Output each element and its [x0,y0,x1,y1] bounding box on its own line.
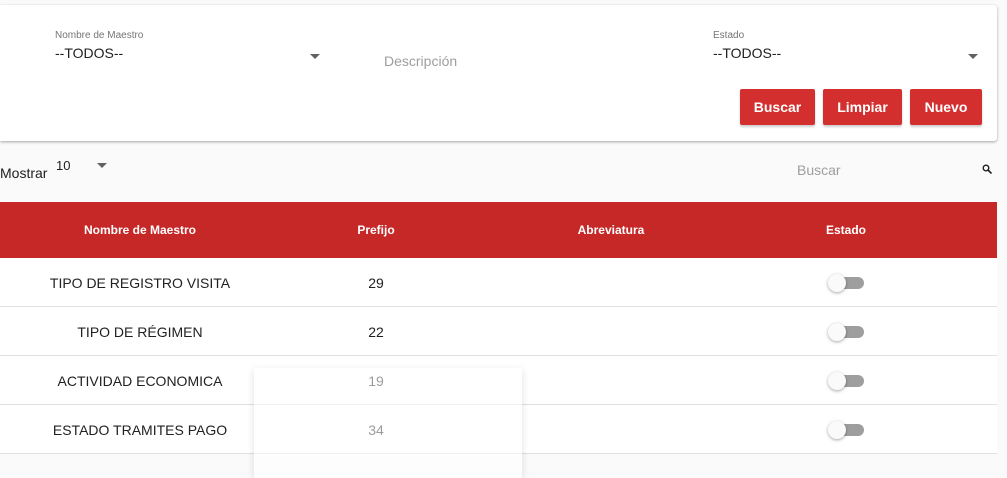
search-input[interactable]: Buscar [797,162,841,178]
caret-down-icon [310,54,320,59]
cell-abreviatura [531,356,691,404]
cell-prefijo: 29 [368,275,384,291]
caret-down-icon [968,54,978,59]
maestro-select-value: --TODOS-- [55,45,124,61]
cell-nombre: TIPO DE REGISTRO VISITA [49,275,231,291]
maestro-select[interactable]: Nombre de Maestro --TODOS-- [55,30,325,70]
maestro-select-label: Nombre de Maestro [55,30,144,41]
overlay-card [254,368,522,478]
descripcion-input[interactable]: Descripción [384,53,457,69]
cell-prefijo: 22 [368,324,384,340]
estado-toggle[interactable] [828,372,864,390]
col-header-nombre[interactable]: Nombre de Maestro [40,202,240,258]
col-header-estado[interactable]: Estado [796,202,896,258]
cell-nombre: ACTIVIDAD ECONOMICA [57,373,223,389]
cell-abreviatura [531,258,691,306]
filter-card: Nombre de Maestro --TODOS-- Descripción … [0,5,997,141]
table-row: TIPO DE RÉGIMEN 22 [0,307,997,356]
estado-toggle[interactable] [828,323,864,341]
cell-nombre: ESTADO TRAMITES PAGO [52,422,228,438]
toggle-thumb [828,372,846,390]
cell-abreviatura [531,307,691,355]
toggle-thumb [828,323,846,341]
col-header-prefijo[interactable]: Prefijo [326,202,426,258]
mostrar-label: Mostrar [0,165,48,181]
estado-select-value: --TODOS-- [713,45,782,61]
col-header-abreviatura[interactable]: Abreviatura [531,202,691,258]
buscar-button[interactable]: Buscar [740,89,815,125]
limpiar-button[interactable]: Limpiar [823,89,902,125]
toggle-thumb [828,421,846,439]
estado-select[interactable]: Estado --TODOS-- [713,30,983,70]
cell-abreviatura [531,405,691,453]
table-header: Nombre de Maestro Prefijo Abreviatura Es… [0,202,997,258]
cell-nombre: TIPO DE RÉGIMEN [77,324,203,340]
estado-toggle[interactable] [828,421,864,439]
page-size-value: 10 [56,158,71,173]
page-size-select[interactable]: 10 [56,158,112,178]
nuevo-button[interactable]: Nuevo [910,89,982,125]
search-icon[interactable] [982,164,992,174]
estado-select-label: Estado [713,30,745,41]
toggle-thumb [828,274,846,292]
estado-toggle[interactable] [828,274,864,292]
caret-down-icon [97,163,107,168]
table-row: TIPO DE REGISTRO VISITA 29 [0,258,997,307]
